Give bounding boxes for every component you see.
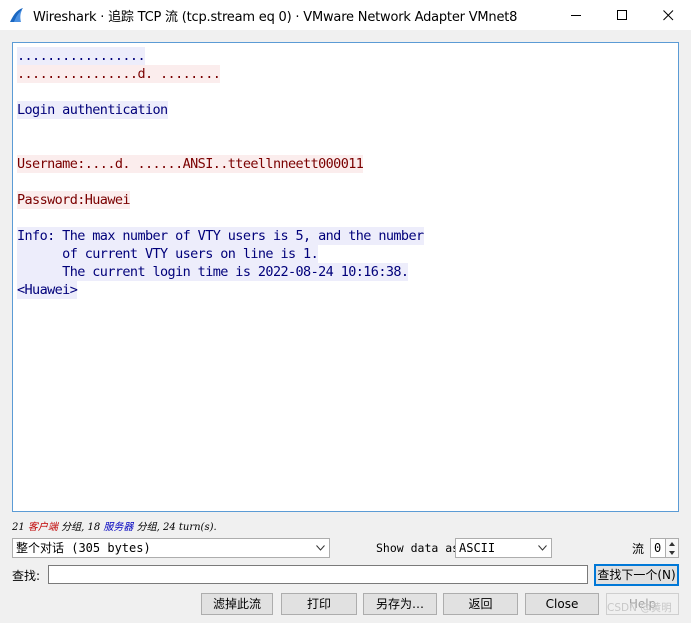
stream-line: ................d. ........ [17,65,221,83]
stream-line: The current login time is 2022-08-24 10:… [17,263,409,281]
chevron-down-icon [316,545,325,551]
filter-out-stream-button[interactable]: 滤掉此流 [201,593,273,615]
spin-down-button[interactable] [665,548,678,557]
server-label: 服务器 [103,522,134,533]
turn-count: 24 turn(s). [162,522,217,533]
chevron-down-icon [669,550,675,555]
find-input[interactable] [48,565,588,584]
save-as-button[interactable]: 另存为… [363,593,437,615]
stream-line: Username:....d. ......ANSI..tteellnneett… [17,155,364,173]
stream-line: Password:Huawei [17,191,131,209]
stream-number-value: 0 [654,541,662,555]
stream-line: of current VTY users on line is 1. [17,245,319,263]
stream-status: 21 客户端 分组, 18 服务器 分组, 24 turn(s). [12,518,217,533]
stream-number-label: 流 [632,542,645,556]
close-icon [662,9,673,20]
client-packet-count: 21 [12,522,25,533]
close-button[interactable] [645,0,691,30]
maximize-button[interactable] [599,0,645,30]
packets-label: 分组, [61,522,85,533]
close-dialog-button[interactable]: Close [525,593,599,615]
chevron-down-icon [538,545,547,551]
print-button[interactable]: 打印 [281,593,357,615]
stream-line: Info: The max number of VTY users is 5, … [17,227,424,245]
back-button[interactable]: 返回 [443,593,518,615]
minimize-icon [570,14,581,16]
show-data-as-label: Show data as [376,541,460,555]
watermark: CSDN @黄明 [607,602,672,614]
stream-text-area[interactable]: ................. ................d. ...… [12,42,679,512]
show-data-as-select[interactable]: ASCII [455,538,552,558]
maximize-icon [616,9,627,20]
server-packet-count: 18 [87,522,101,533]
stream-line: Login authentication [17,101,168,119]
title-bar: Wireshark · 追踪 TCP 流 (tcp.stream eq 0) ·… [0,0,691,30]
packets-label: 分组, [136,522,160,533]
conversation-select-value: 整个对话 (305 bytes) [16,541,151,555]
conversation-select[interactable]: 整个对话 (305 bytes) [12,538,330,558]
window-title: Wireshark · 追踪 TCP 流 (tcp.stream eq 0) ·… [33,10,518,25]
client-label: 客户端 [27,522,58,533]
minimize-button[interactable] [553,0,599,30]
stream-number-spinbox[interactable]: 0 [650,538,679,558]
find-label: 查找: [12,569,41,583]
chevron-up-icon [669,541,675,546]
stream-line: ................. [17,47,146,65]
show-data-as-value: ASCII [459,541,496,555]
wireshark-fin-icon [10,8,23,22]
find-next-button[interactable]: 查找下一个(N) [594,564,679,586]
stream-line: <Huawei> [17,281,78,299]
